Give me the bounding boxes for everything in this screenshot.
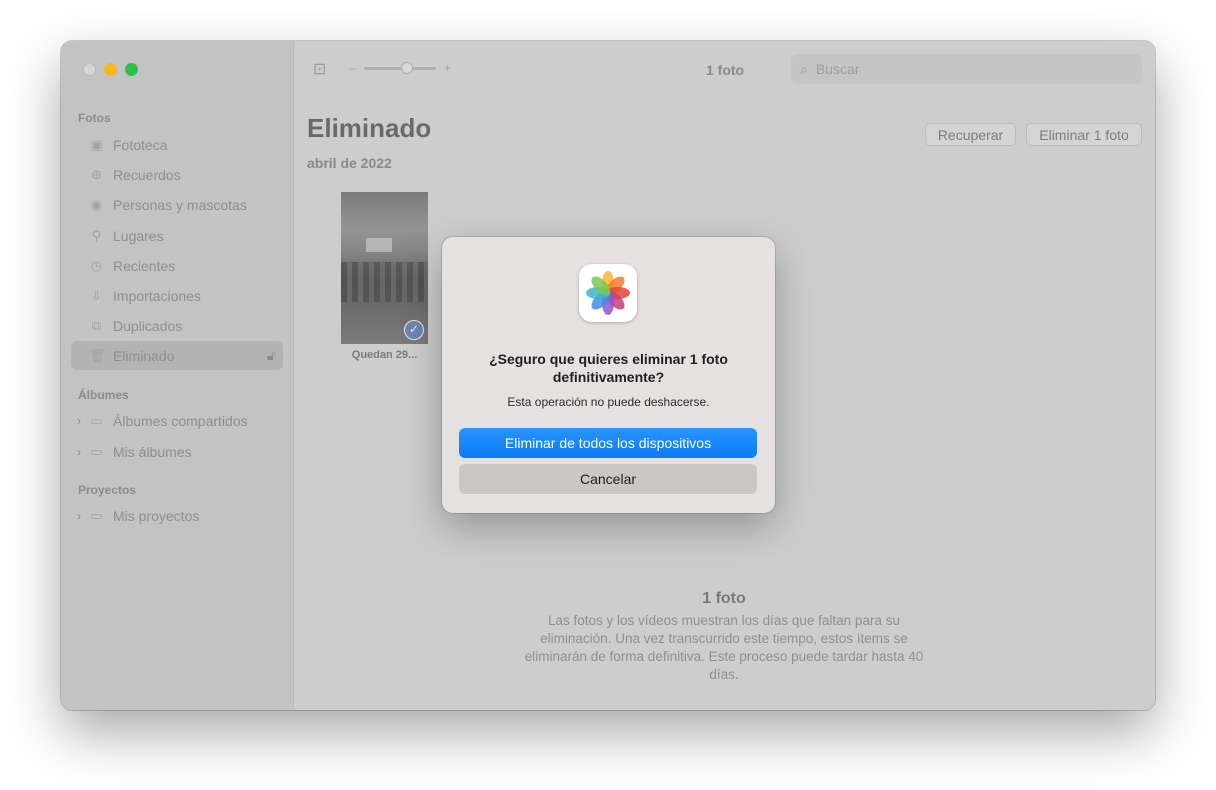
- sidebar-item-label: Duplicados: [113, 317, 183, 334]
- sidebar-item-label: Recuerdos: [113, 166, 181, 183]
- photos-app-icon: [579, 264, 637, 322]
- date-heading: abril de 2022: [307, 155, 392, 171]
- photo-thumbnail[interactable]: ✓: [341, 192, 428, 344]
- zoom-track[interactable]: [363, 61, 436, 74]
- search-input[interactable]: [813, 60, 1118, 78]
- sidebar-item-duplicados[interactable]: ⧉ Duplicados: [71, 311, 283, 340]
- sidebar-item-mis-albumes[interactable]: › ▭ Mis álbumes: [71, 437, 283, 466]
- sidebar-item-label: Personas y mascotas: [113, 196, 247, 213]
- zoom-out-icon[interactable]: –: [349, 61, 356, 75]
- footer-description: Las fotos y los vídeos muestran los días…: [524, 613, 924, 682]
- close-window-button[interactable]: [83, 63, 96, 76]
- page-title: Eliminado: [307, 113, 432, 143]
- footer-count: 1 foto: [702, 590, 746, 607]
- fit-view-icon[interactable]: ⊡: [313, 59, 331, 79]
- delete-photos-button[interactable]: Eliminar 1 foto: [1026, 123, 1142, 146]
- chevron-right-icon[interactable]: ›: [77, 445, 81, 459]
- zoom-window-button[interactable]: [125, 63, 138, 76]
- section-label-albumes: Álbumes: [78, 388, 129, 402]
- sidebar-item-personas[interactable]: ◉ Personas y mascotas: [71, 190, 283, 219]
- dialog-title: ¿Seguro que quieres eliminar 1 foto defi…: [489, 351, 728, 385]
- thumbnail-image-detail: [366, 238, 392, 252]
- footer-info: 1 foto Las fotos y los vídeos muestran l…: [514, 590, 934, 684]
- minimize-window-button[interactable]: [104, 63, 117, 76]
- duplicates-icon: ⧉: [91, 318, 102, 333]
- photo-count: 1 foto: [706, 62, 745, 78]
- sidebar-item-fototeca[interactable]: ▣ Fototeca: [71, 130, 283, 159]
- pin-icon: ⚲: [91, 228, 102, 243]
- section-label-proyectos: Proyectos: [78, 483, 137, 497]
- section-label-fotos: Fotos: [78, 111, 111, 125]
- delete-all-devices-button[interactable]: Eliminar de todos los dispositivos: [459, 428, 757, 458]
- sidebar-item-label: Recientes: [113, 257, 176, 274]
- sidebar-item-albumes-compartidos[interactable]: › ▭ Álbumes compartidos: [71, 406, 283, 435]
- chevron-right-icon[interactable]: ›: [77, 509, 81, 523]
- album-icon: ▭: [90, 444, 103, 459]
- sidebar-item-label: Mis álbumes: [113, 443, 192, 460]
- sidebar-item-label: Eliminado: [113, 347, 175, 364]
- window-controls: [83, 63, 138, 76]
- search-icon: ⌕: [800, 60, 808, 77]
- sidebar-item-recientes[interactable]: ◷ Recientes: [71, 251, 283, 280]
- sidebar-item-label: Mis proyectos: [113, 507, 200, 524]
- dialog-message: Esta operación no puede deshacerse.: [507, 395, 710, 409]
- thumbnail-image-detail: [341, 262, 428, 302]
- sidebar-item-eliminado[interactable]: 🗑︎ Eliminado 🔓︎: [71, 341, 283, 370]
- recover-button[interactable]: Recuperar: [925, 123, 1016, 146]
- zoom-slider[interactable]: – +: [349, 61, 451, 75]
- unlock-icon[interactable]: 🔓︎: [267, 348, 275, 364]
- sidebar-item-importaciones[interactable]: ⇩ Importaciones: [71, 281, 283, 310]
- trash-icon: 🗑︎: [89, 348, 106, 363]
- sidebar-item-mis-proyectos[interactable]: › ▭ Mis proyectos: [71, 501, 283, 530]
- person-icon: ◉: [90, 197, 103, 212]
- thumbnail-caption: Quedan 29...: [351, 349, 418, 361]
- sidebar-item-lugares[interactable]: ⚲ Lugares: [71, 221, 283, 250]
- clock-icon: ◷: [90, 258, 103, 273]
- sidebar-item-label: Álbumes compartidos: [113, 412, 248, 429]
- zoom-knob[interactable]: [400, 61, 413, 74]
- sidebar: Fotos ▣ Fototeca ⊕ Recuerdos ◉ Personas …: [61, 41, 294, 710]
- search-field[interactable]: ⌕: [791, 54, 1142, 84]
- import-icon: ⇩: [91, 288, 102, 303]
- memories-icon: ⊕: [91, 167, 102, 182]
- project-icon: ▭: [90, 508, 103, 523]
- delete-confirmation-dialog: ¿Seguro que quieres eliminar 1 foto defi…: [442, 237, 775, 513]
- toolbar: ⊡ – + 1 foto ⌕: [294, 41, 1155, 99]
- cancel-button[interactable]: Cancelar: [459, 464, 757, 494]
- sidebar-item-label: Lugares: [113, 227, 164, 244]
- zoom-in-icon[interactable]: +: [444, 61, 451, 75]
- sidebar-item-recuerdos[interactable]: ⊕ Recuerdos: [71, 160, 283, 189]
- checkmark-icon: ✓: [404, 320, 424, 340]
- shared-album-icon: ▭: [90, 413, 103, 428]
- chevron-right-icon[interactable]: ›: [77, 414, 81, 428]
- sidebar-item-label: Fototeca: [113, 136, 168, 153]
- photo-library-icon: ▣: [90, 137, 103, 152]
- sidebar-item-label: Importaciones: [113, 287, 201, 304]
